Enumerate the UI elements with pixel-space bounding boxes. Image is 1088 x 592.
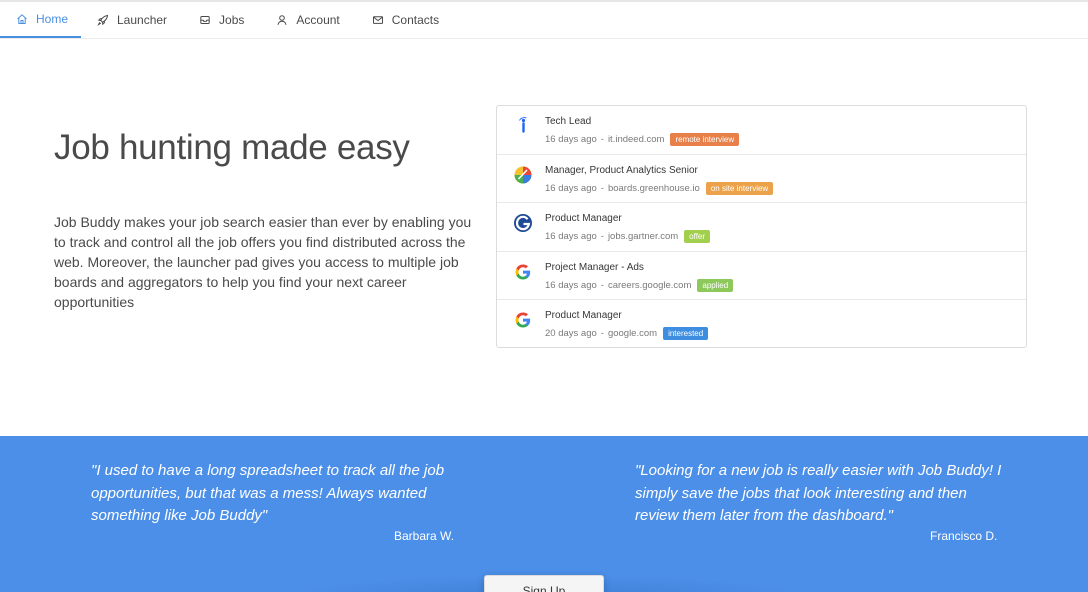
- job-row[interactable]: Tech Lead 16 days ago - it.indeed.com re…: [497, 106, 1026, 155]
- sign-up-button[interactable]: Sign Up: [484, 575, 604, 592]
- mail-icon: [372, 14, 384, 26]
- status-badge: on site interview: [705, 181, 774, 195]
- google-logo-icon: [513, 262, 533, 282]
- nav-account[interactable]: Account: [260, 2, 355, 38]
- testimonial-quote: "I used to have a long spreadsheet to tr…: [91, 462, 445, 524]
- meta-separator: -: [600, 182, 604, 194]
- jobs-preview-card: Tech Lead 16 days ago - it.indeed.com re…: [496, 105, 1027, 348]
- job-title: Product Manager: [545, 310, 622, 321]
- hero-title: Job hunting made easy: [54, 128, 410, 167]
- job-title: Product Manager: [545, 213, 622, 224]
- nav-jobs[interactable]: Jobs: [183, 2, 260, 38]
- job-source: boards.greenhouse.io: [607, 182, 700, 194]
- meta-separator: -: [600, 231, 604, 242]
- job-row[interactable]: Project Manager - Ads 16 days ago - care…: [497, 252, 1026, 300]
- nav-home[interactable]: Home: [0, 2, 81, 38]
- job-meta: 16 days ago - jobs.gartner.com offer: [545, 230, 711, 243]
- job-source: jobs.gartner.com: [607, 231, 679, 242]
- status-badge: remote interview: [670, 133, 740, 146]
- nav-launcher-label: Launcher: [117, 13, 168, 27]
- nav-account-label: Account: [296, 13, 340, 27]
- job-age: 16 days ago: [545, 279, 597, 291]
- job-row[interactable]: Manager, Product Analytics Senior 16 day…: [497, 155, 1026, 203]
- rocket-icon: [97, 14, 109, 26]
- job-row[interactable]: Product Manager 16 days ago - jobs.gartn…: [497, 203, 1026, 252]
- job-source: careers.google.com: [607, 279, 692, 291]
- home-icon: [16, 13, 28, 25]
- gartner-logo-icon: [513, 213, 533, 233]
- job-meta: 16 days ago - boards.greenhouse.io on si…: [545, 181, 774, 195]
- meta-separator: -: [600, 328, 604, 339]
- inbox-icon: [199, 14, 211, 26]
- user-icon: [276, 14, 288, 26]
- job-age: 16 days ago: [545, 231, 597, 242]
- testimonial-quote: "Looking for a new job is really easier …: [635, 462, 1002, 524]
- job-age: 16 days ago: [545, 182, 597, 194]
- job-source: google.com: [607, 328, 658, 339]
- meta-separator: -: [600, 279, 604, 291]
- nav-contacts[interactable]: Contacts: [356, 2, 455, 38]
- top-nav: Home Launcher Jobs Account Contacts: [0, 2, 1088, 39]
- nav-contacts-label: Contacts: [391, 13, 440, 27]
- job-meta: 20 days ago - google.com interested: [545, 327, 709, 340]
- meta-separator: -: [600, 134, 604, 145]
- nav-home-label: Home: [36, 12, 69, 26]
- job-source: it.indeed.com: [607, 134, 665, 145]
- status-badge: interested: [663, 327, 709, 340]
- indeed-logo-icon: [513, 116, 533, 136]
- google-logo-icon: [513, 310, 533, 330]
- nav-launcher[interactable]: Launcher: [81, 2, 183, 38]
- job-age: 20 days ago: [545, 328, 597, 339]
- status-badge: offer: [684, 230, 711, 243]
- nav-jobs-label: Jobs: [219, 13, 245, 27]
- job-age: 16 days ago: [545, 134, 597, 145]
- job-title: Manager, Product Analytics Senior: [545, 164, 698, 176]
- job-title: Tech Lead: [545, 116, 592, 127]
- hero-description: Job Buddy makes your job search easier t…: [54, 214, 472, 310]
- testimonial-author: Barbara W.: [394, 529, 455, 543]
- job-meta: 16 days ago - careers.google.com applied: [545, 278, 734, 292]
- job-row[interactable]: Product Manager 20 days ago - google.com…: [497, 300, 1026, 349]
- status-badge: applied: [697, 278, 734, 292]
- greenhouse-logo-icon: [513, 165, 533, 185]
- job-title: Project Manager - Ads: [545, 261, 644, 273]
- testimonial-author: Francisco D.: [930, 529, 998, 543]
- job-meta: 16 days ago - it.indeed.com remote inter…: [545, 133, 740, 146]
